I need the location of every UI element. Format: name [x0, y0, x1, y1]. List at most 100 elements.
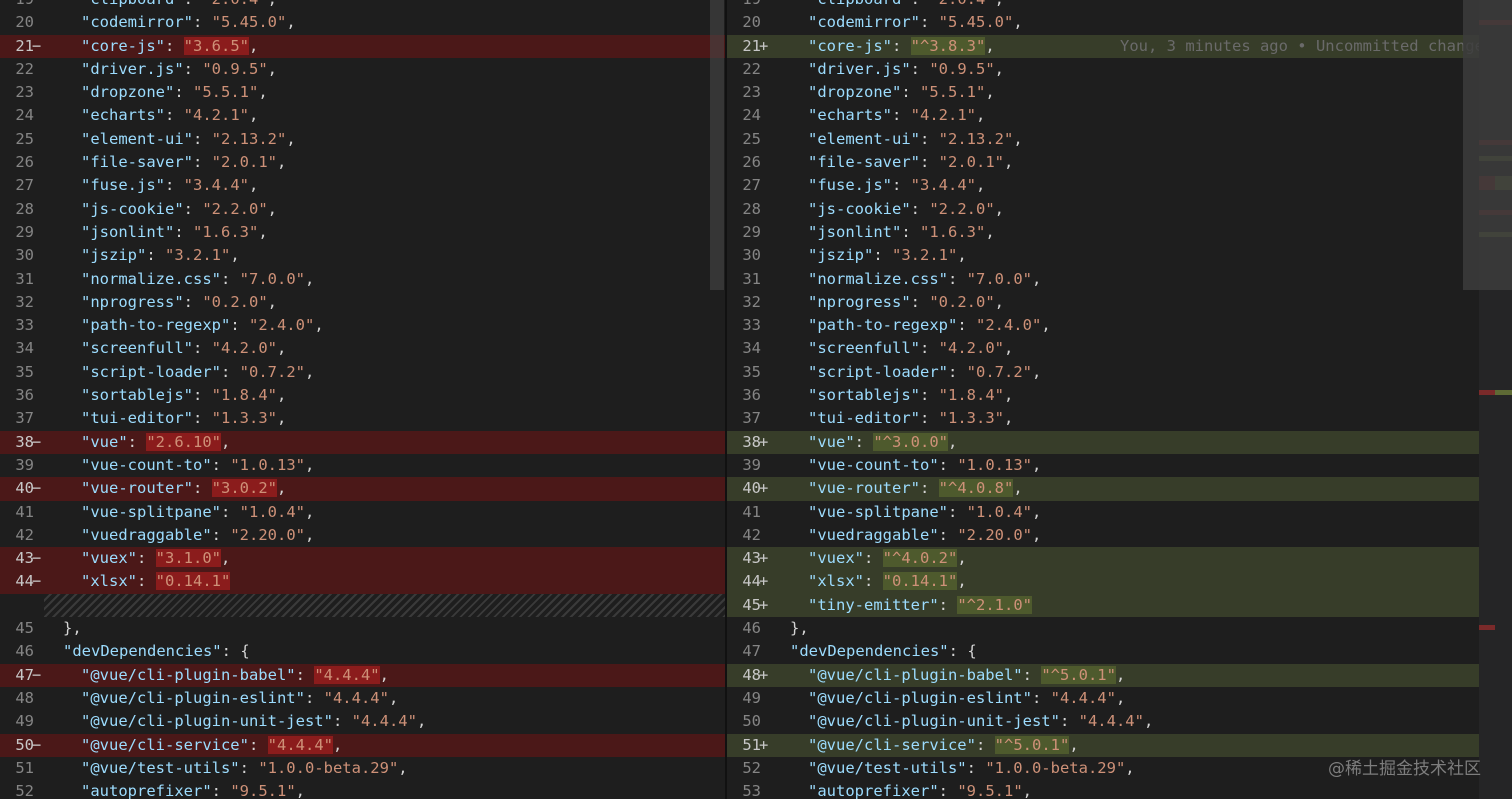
- line-gutter[interactable]: 42: [0, 524, 44, 547]
- line-gutter[interactable]: 28: [0, 198, 44, 221]
- code-line[interactable]: 41 "vue-splitpane": "1.0.4",: [0, 501, 725, 524]
- code-line[interactable]: 28 "js-cookie": "2.2.0",: [727, 198, 1479, 221]
- code-line[interactable]: 29 "jsonlint": "1.6.3",: [727, 221, 1479, 244]
- line-content[interactable]: "codemirror": "5.45.0",: [44, 11, 725, 34]
- code-line[interactable]: 37 "tui-editor": "1.3.3",: [727, 407, 1479, 430]
- line-gutter[interactable]: 36: [0, 384, 44, 407]
- line-content[interactable]: "vue-count-to": "1.0.13",: [44, 454, 725, 477]
- line-content[interactable]: "normalize.css": "7.0.0",: [44, 268, 725, 291]
- modified-code[interactable]: 19 "clipboard": "2.0.4", 20 "codemirror": "…: [727, 0, 1479, 799]
- line-gutter[interactable]: 22: [0, 58, 44, 81]
- line-gutter[interactable]: 41: [0, 501, 44, 524]
- line-gutter[interactable]: 27: [0, 174, 44, 197]
- line-gutter[interactable]: 21 +: [727, 34, 771, 58]
- code-line[interactable]: 36 "sortablejs": "1.8.4",: [727, 384, 1479, 407]
- line-content[interactable]: "clipboard": "2.0.4",: [771, 0, 1479, 11]
- line-gutter[interactable]: 28: [727, 198, 771, 221]
- line-content[interactable]: "js-cookie": "2.2.0",: [44, 198, 725, 221]
- code-line[interactable]: 22 "driver.js": "0.9.5",: [0, 58, 725, 81]
- line-content[interactable]: "file-saver": "2.0.1",: [44, 151, 725, 174]
- line-gutter[interactable]: 23: [0, 81, 44, 104]
- code-line[interactable]: 33 "path-to-regexp": "2.4.0",: [727, 314, 1479, 337]
- line-content[interactable]: "element-ui": "2.13.2",: [44, 128, 725, 151]
- code-line[interactable]: 35 "script-loader": "0.7.2",: [0, 361, 725, 384]
- line-gutter[interactable]: 29: [727, 221, 771, 244]
- line-content[interactable]: "path-to-regexp": "2.4.0",: [44, 314, 725, 337]
- line-gutter[interactable]: 32: [727, 291, 771, 314]
- line-gutter[interactable]: 44 +: [727, 570, 771, 594]
- line-content[interactable]: "element-ui": "2.13.2",: [771, 128, 1479, 151]
- line-gutter[interactable]: 43−: [0, 547, 44, 571]
- line-content[interactable]: "xlsx": "0.14.1",: [771, 570, 1479, 594]
- line-content[interactable]: "dropzone": "5.5.1",: [771, 81, 1479, 104]
- line-gutter[interactable]: 47: [727, 640, 771, 663]
- code-line[interactable]: 50 "@vue/cli-plugin-unit-jest": "4.4.4",: [727, 710, 1479, 733]
- line-content[interactable]: "xlsx": "0.14.1": [44, 570, 725, 594]
- line-content[interactable]: "autoprefixer": "9.5.1",: [771, 780, 1479, 799]
- code-line[interactable]: 28 "js-cookie": "2.2.0",: [0, 198, 725, 221]
- code-line[interactable]: 30 "jszip": "3.2.1",: [727, 244, 1479, 267]
- line-gutter[interactable]: 21−: [0, 34, 44, 58]
- code-line[interactable]: 38− "vue": "2.6.10",: [0, 430, 725, 454]
- line-gutter[interactable]: 44−: [0, 570, 44, 594]
- line-content[interactable]: "vue-splitpane": "1.0.4",: [771, 501, 1479, 524]
- code-line[interactable]: 25 "element-ui": "2.13.2",: [0, 128, 725, 151]
- line-gutter[interactable]: 19: [727, 0, 771, 11]
- code-line[interactable]: 40− "vue-router": "3.0.2",: [0, 477, 725, 501]
- line-gutter[interactable]: 40 +: [727, 477, 771, 501]
- line-gutter[interactable]: 31: [0, 268, 44, 291]
- line-gutter[interactable]: 38−: [0, 430, 44, 454]
- line-content[interactable]: "echarts": "4.2.1",: [44, 104, 725, 127]
- line-gutter[interactable]: 49: [727, 687, 771, 710]
- line-gutter[interactable]: 50−: [0, 733, 44, 757]
- line-content[interactable]: "vuedraggable": "2.20.0",: [771, 524, 1479, 547]
- line-content[interactable]: "vue-count-to": "1.0.13",: [771, 454, 1479, 477]
- line-content[interactable]: [44, 593, 725, 618]
- code-line[interactable]: 21− "core-js": "3.6.5",: [0, 34, 725, 58]
- code-line[interactable]: 32 "nprogress": "0.2.0",: [727, 291, 1479, 314]
- line-gutter[interactable]: 23: [727, 81, 771, 104]
- line-gutter[interactable]: 33: [727, 314, 771, 337]
- line-content[interactable]: "path-to-regexp": "2.4.0",: [771, 314, 1479, 337]
- line-content[interactable]: "@vue/cli-plugin-eslint": "4.4.4",: [44, 687, 725, 710]
- line-content[interactable]: "tui-editor": "1.3.3",: [771, 407, 1479, 430]
- line-gutter[interactable]: 45: [0, 617, 44, 640]
- line-content[interactable]: "dropzone": "5.5.1",: [44, 81, 725, 104]
- code-line[interactable]: 20 "codemirror": "5.45.0",: [0, 11, 725, 34]
- code-line[interactable]: 35 "script-loader": "0.7.2",: [727, 361, 1479, 384]
- line-gutter[interactable]: 36: [727, 384, 771, 407]
- line-gutter[interactable]: 45 +: [727, 593, 771, 618]
- code-line[interactable]: 29 "jsonlint": "1.6.3",: [0, 221, 725, 244]
- line-gutter[interactable]: 25: [727, 128, 771, 151]
- line-gutter[interactable]: 20: [0, 11, 44, 34]
- line-content[interactable]: "@vue/cli-service": "4.4.4",: [44, 733, 725, 757]
- line-content[interactable]: "js-cookie": "2.2.0",: [771, 198, 1479, 221]
- code-line[interactable]: 48 "@vue/cli-plugin-eslint": "4.4.4",: [0, 687, 725, 710]
- code-line[interactable]: 45 + "tiny-emitter": "^2.1.0": [727, 593, 1479, 618]
- left-scrollbar-slider[interactable]: [710, 0, 724, 290]
- line-content[interactable]: "script-loader": "0.7.2",: [771, 361, 1479, 384]
- line-content[interactable]: "fuse.js": "3.4.4",: [44, 174, 725, 197]
- code-line[interactable]: 39 "vue-count-to": "1.0.13",: [727, 454, 1479, 477]
- line-content[interactable]: "tui-editor": "1.3.3",: [44, 407, 725, 430]
- line-gutter[interactable]: 20: [727, 11, 771, 34]
- line-content[interactable]: "@vue/cli-plugin-unit-jest": "4.4.4",: [771, 710, 1479, 733]
- code-line[interactable]: 22 "driver.js": "0.9.5",: [727, 58, 1479, 81]
- code-line[interactable]: 49 "@vue/cli-plugin-unit-jest": "4.4.4",: [0, 710, 725, 733]
- code-line[interactable]: 24 "echarts": "4.2.1",: [727, 104, 1479, 127]
- line-content[interactable]: "vue-router": "^4.0.8",: [771, 477, 1479, 501]
- line-gutter[interactable]: 29: [0, 221, 44, 244]
- code-line[interactable]: 49 "@vue/cli-plugin-eslint": "4.4.4",: [727, 687, 1479, 710]
- code-line[interactable]: 32 "nprogress": "0.2.0",: [0, 291, 725, 314]
- line-gutter[interactable]: 26: [727, 151, 771, 174]
- code-line[interactable]: 46 "devDependencies": {: [0, 640, 725, 663]
- diff-modified-pane[interactable]: 19 "clipboard": "2.0.4", 20 "codemirror": "…: [727, 0, 1479, 799]
- line-content[interactable]: "vue": "^3.0.0",: [771, 430, 1479, 454]
- code-line[interactable]: 21 + "core-js": "^3.8.3", You, 3 minutes ag…: [727, 34, 1479, 58]
- line-content[interactable]: "script-loader": "0.7.2",: [44, 361, 725, 384]
- line-content[interactable]: "sortablejs": "1.8.4",: [771, 384, 1479, 407]
- line-content[interactable]: "vuex": "^4.0.2",: [771, 547, 1479, 571]
- code-line[interactable]: 27 "fuse.js": "3.4.4",: [727, 174, 1479, 197]
- line-gutter[interactable]: 46: [0, 640, 44, 663]
- line-content[interactable]: "screenfull": "4.2.0",: [44, 337, 725, 360]
